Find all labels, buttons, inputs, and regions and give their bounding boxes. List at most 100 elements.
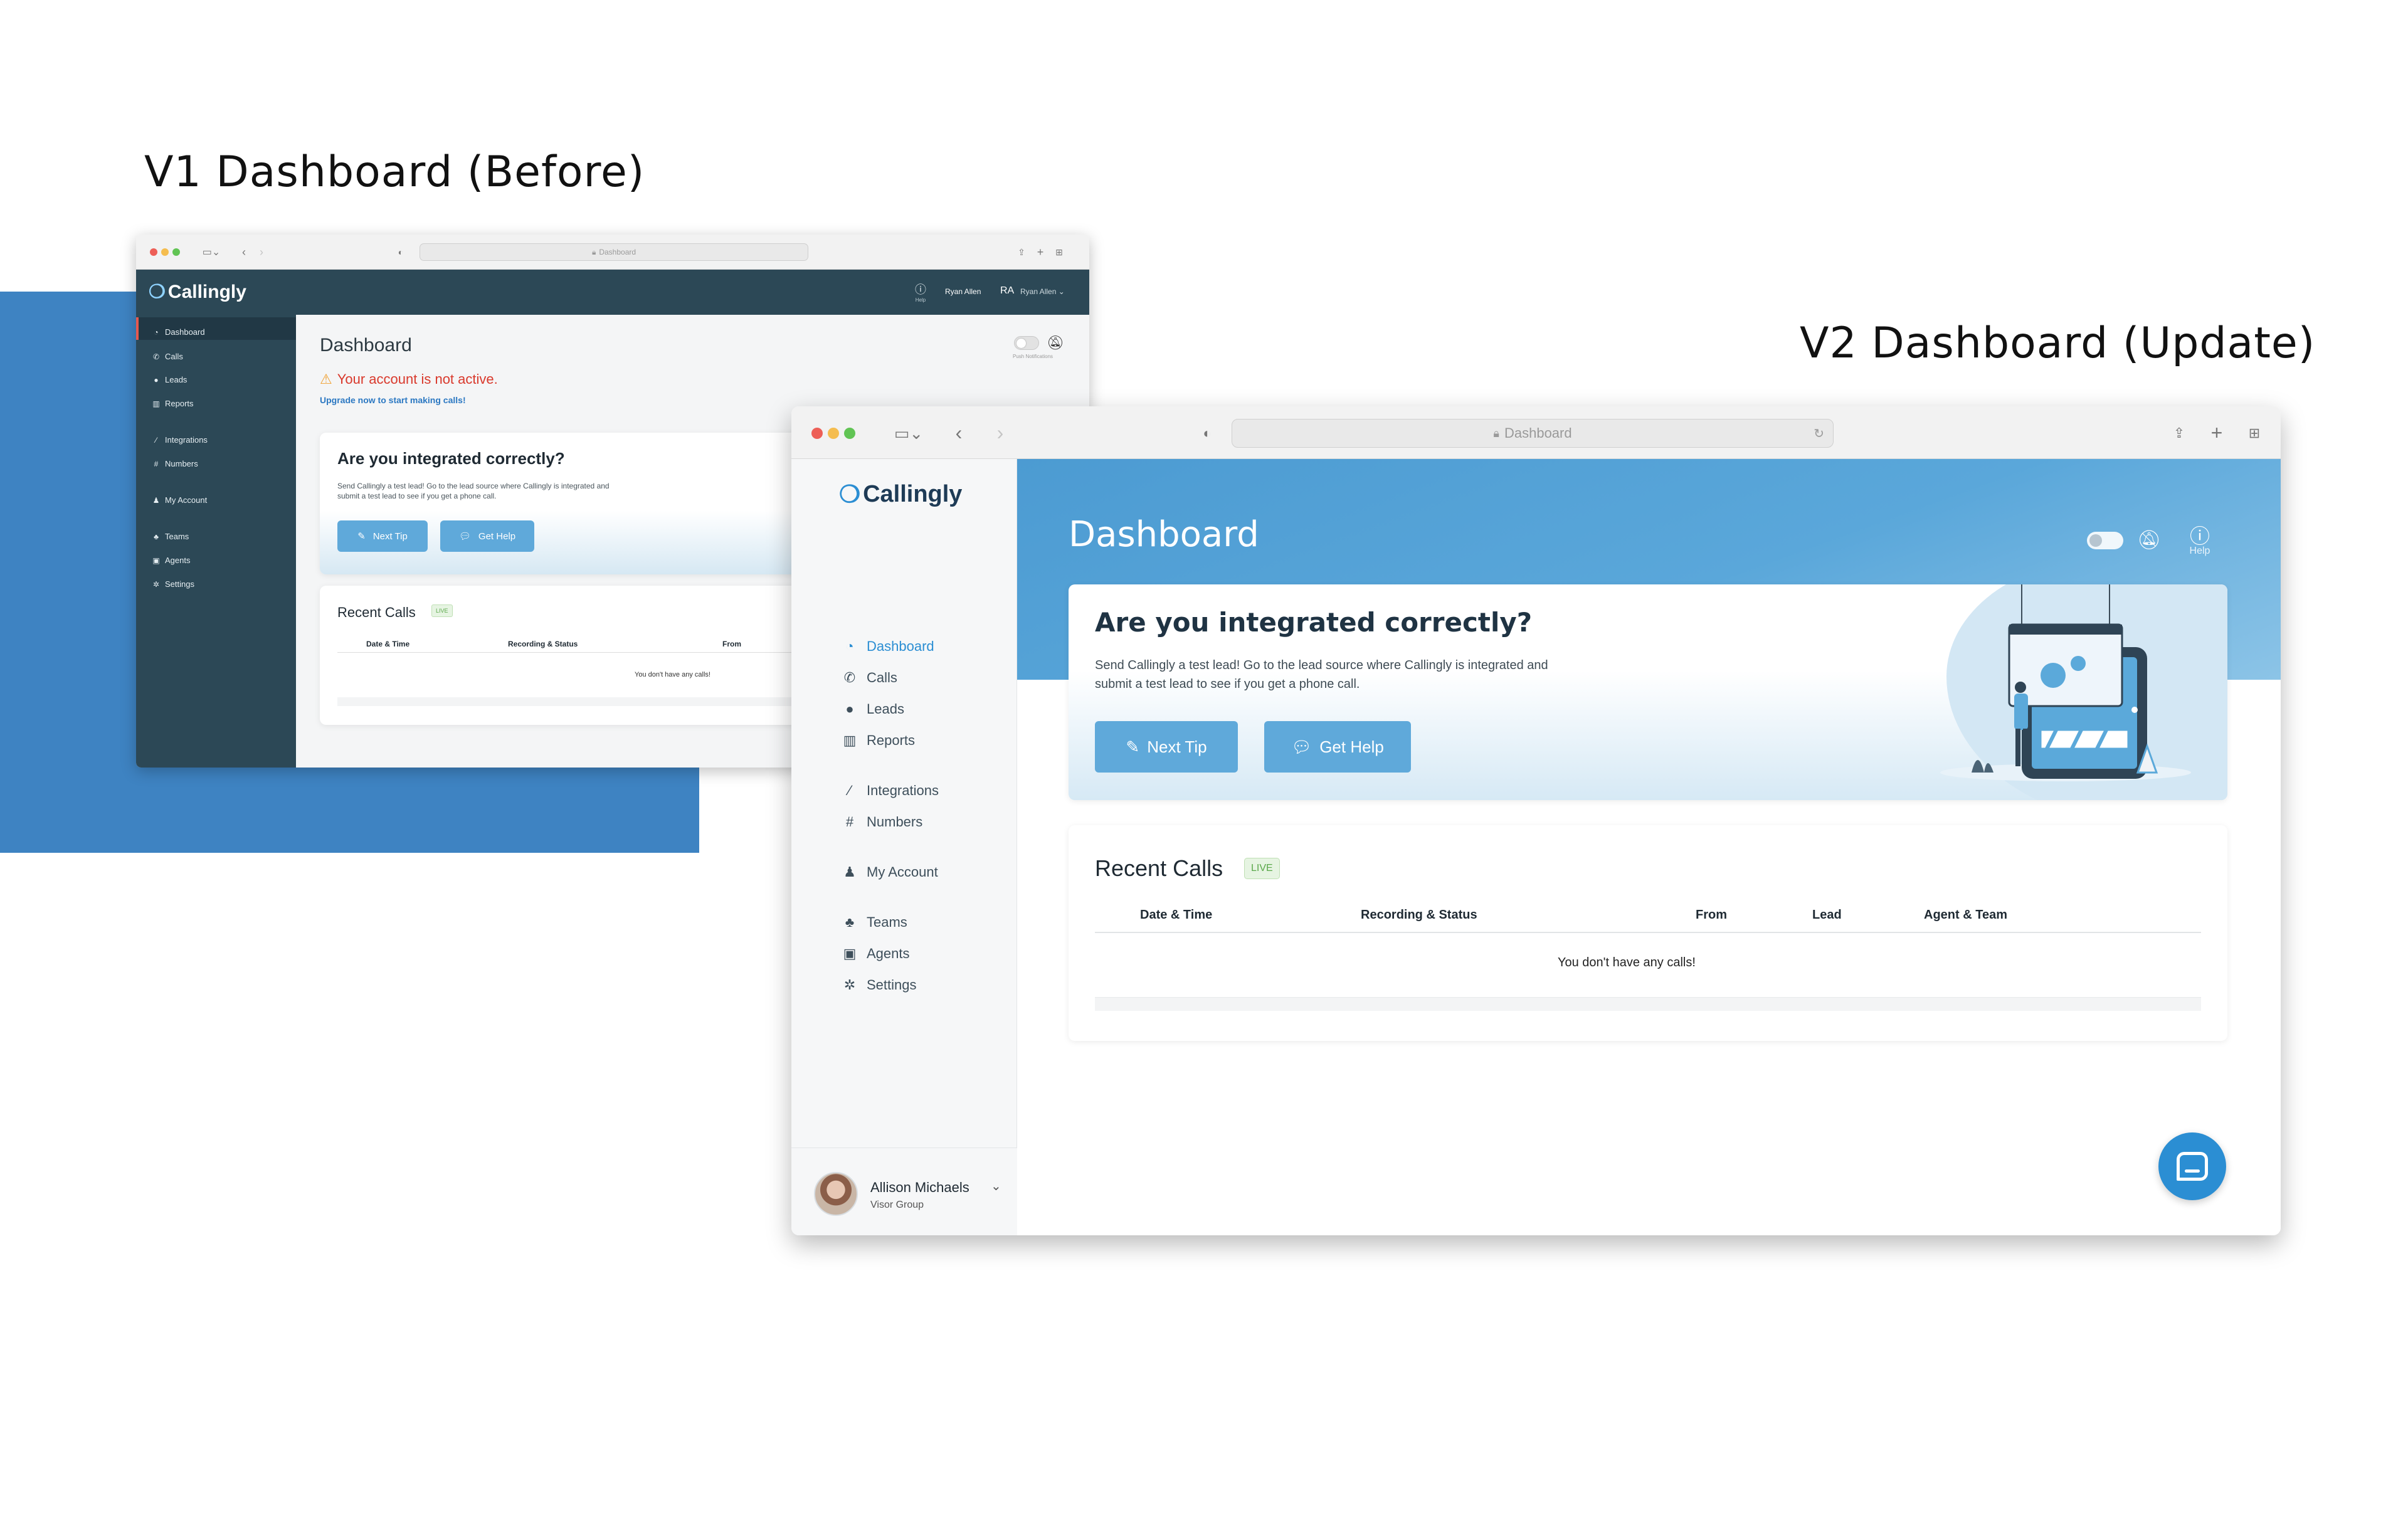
v2-sidebar-item-label: Calls bbox=[867, 670, 897, 685]
v1-logo[interactable]: ❍ Callingly bbox=[149, 281, 246, 303]
users-icon: ♣ bbox=[154, 532, 159, 541]
v1-sidebar-item-label: Numbers bbox=[165, 459, 198, 468]
close-dot[interactable] bbox=[150, 248, 157, 256]
v1-sidebar-item-settings[interactable]: ✲ Settings bbox=[152, 579, 194, 589]
v1-sidebar-item-calls[interactable]: ✆ Calls bbox=[152, 352, 183, 361]
v1-user-initials[interactable]: RA bbox=[1000, 285, 1014, 297]
v1-sidebar-item-label: Leads bbox=[165, 375, 187, 384]
v2-sidebar-item-calls[interactable]: ✆ Calls bbox=[842, 670, 897, 686]
v2-next-tip-button[interactable]: ✎ Next Tip bbox=[1095, 721, 1238, 773]
v2-empty-text: You don't have any calls! bbox=[1558, 956, 1696, 969]
v2-sidebar-item-leads[interactable]: ● Leads bbox=[842, 701, 904, 717]
v1-col-date: Date & Time bbox=[366, 640, 410, 648]
minimize-dot[interactable] bbox=[161, 248, 169, 256]
maximize-dot[interactable] bbox=[844, 428, 855, 439]
v1-sidebar-item-integrations[interactable]: ⁄ Integrations bbox=[152, 435, 208, 445]
v2-page-title: Dashboard bbox=[1069, 514, 1259, 555]
v2-push-toggle[interactable] bbox=[2087, 532, 2123, 549]
v2-sidebar-item-integrations[interactable]: ⁄ Integrations bbox=[842, 783, 939, 799]
minimize-dot[interactable] bbox=[828, 428, 839, 439]
wand-icon: ⁄ bbox=[155, 435, 157, 445]
phone-icon: ✆ bbox=[152, 352, 160, 361]
v2-user-company: Visor Group bbox=[870, 1200, 924, 1210]
v2-col-date: Date & Time bbox=[1140, 908, 1213, 922]
dashboard-icon: ◔ bbox=[845, 638, 854, 654]
v2-table-footer bbox=[1095, 997, 2201, 1011]
v1-upgrade-link[interactable]: Upgrade now to start making calls! bbox=[320, 395, 466, 405]
v1-sidebar-item-teams[interactable]: ♣ Teams bbox=[152, 532, 189, 541]
hash-icon: # bbox=[154, 459, 159, 468]
lock-icon: 🔒︎ bbox=[591, 247, 596, 256]
v1-get-help-button[interactable]: 💬︎ Get Help bbox=[440, 520, 534, 552]
new-tab-icon[interactable]: + bbox=[1034, 245, 1047, 260]
wand-icon: ⁄ bbox=[848, 783, 851, 798]
chat-icon bbox=[2177, 1152, 2208, 1181]
back-icon[interactable]: ‹ bbox=[949, 421, 968, 444]
v2-sidebar-item-reports[interactable]: ▥ Reports bbox=[842, 732, 915, 749]
v1-heading: V1 Dashboard (Before) bbox=[144, 147, 645, 197]
forward-icon[interactable]: › bbox=[255, 245, 268, 260]
share-icon[interactable]: ⇪ bbox=[2170, 423, 2189, 444]
shield-icon: ◐ bbox=[1203, 425, 1212, 441]
v2-heading: V2 Dashboard (Update) bbox=[1800, 319, 2316, 368]
v1-url-bar[interactable]: 🔒︎ Dashboard bbox=[420, 243, 808, 261]
v1-top-bar: ❍ Callingly ⓘ Help Ryan Allen RA Ryan All… bbox=[136, 270, 1089, 315]
v2-url-bar[interactable]: 🔒︎ Dashboard ↻ bbox=[1232, 419, 1834, 448]
v1-integrated-title: Are you integrated correctly? bbox=[337, 449, 565, 468]
back-icon[interactable]: ‹ bbox=[238, 245, 250, 260]
v1-url-text: Dashboard bbox=[599, 248, 636, 256]
v1-next-tip-button[interactable]: ✎ Next Tip bbox=[337, 520, 428, 552]
v2-sidebar-item-numbers[interactable]: # Numbers bbox=[842, 814, 922, 830]
v2-recent-calls-card: Recent Calls LIVE Date & Time Recording … bbox=[1069, 825, 2227, 1041]
users-icon: ♣ bbox=[845, 914, 855, 930]
v1-bell-off-icon[interactable]: 🔕︎ bbox=[1047, 335, 1064, 351]
chat-bubble-icon: 💬︎ bbox=[458, 531, 471, 542]
v1-sidebar-item-leads[interactable]: ● Leads bbox=[152, 375, 187, 384]
id-badge-icon: ▣ bbox=[152, 556, 160, 565]
chat-widget-button[interactable] bbox=[2158, 1132, 2226, 1200]
v2-bell-off-icon[interactable]: 🔕︎ bbox=[2137, 529, 2161, 551]
v1-page-title: Dashboard bbox=[320, 335, 412, 356]
maximize-dot[interactable] bbox=[172, 248, 180, 256]
v2-sidebar-item-dashboard[interactable]: ◔ Dashboard bbox=[842, 638, 934, 655]
v1-sidebar-item-agents[interactable]: ▣ Agents bbox=[152, 556, 190, 565]
tabs-overview-icon[interactable]: ⊞ bbox=[1053, 245, 1065, 260]
v1-user-name[interactable]: Ryan Allen bbox=[945, 287, 981, 296]
sidebar-toggle-icon[interactable]: ▭⌄ bbox=[887, 423, 931, 444]
chevron-down-icon[interactable]: ⌄ bbox=[991, 1178, 1001, 1194]
v2-get-help-button[interactable]: 💬︎ Get Help bbox=[1264, 721, 1411, 773]
v2-col-recording: Recording & Status bbox=[1361, 908, 1477, 922]
v2-col-agent-team: Agent & Team bbox=[1924, 908, 2007, 922]
v2-sidebar-item-my-account[interactable]: ♟ My Account bbox=[842, 864, 938, 880]
v2-sidebar-item-teams[interactable]: ♣ Teams bbox=[842, 914, 907, 931]
v2-sidebar-item-label: Numbers bbox=[867, 814, 923, 830]
v2-sidebar-item-settings[interactable]: ✲ Settings bbox=[842, 977, 917, 993]
v1-sidebar-item-label: Integrations bbox=[165, 435, 208, 445]
v1-sidebar-item-reports[interactable]: ▥ Reports bbox=[152, 399, 193, 408]
v2-sidebar-item-label: Dashboard bbox=[867, 638, 934, 654]
v1-help-icon[interactable]: ⓘ bbox=[911, 281, 930, 297]
v1-sidebar-item-my-account[interactable]: ♟ My Account bbox=[152, 495, 208, 505]
v2-sidebar-item-label: Settings bbox=[867, 977, 917, 993]
construction-illustration bbox=[1940, 584, 2191, 781]
forward-icon[interactable]: › bbox=[991, 421, 1010, 444]
close-dot[interactable] bbox=[811, 428, 823, 439]
tabs-overview-icon[interactable]: ⊞ bbox=[2245, 423, 2264, 444]
v1-help-label: Help bbox=[915, 297, 926, 303]
share-icon[interactable]: ⇪ bbox=[1015, 245, 1028, 260]
v1-push-toggle[interactable] bbox=[1014, 336, 1039, 350]
v2-recent-title: Recent Calls bbox=[1095, 855, 1223, 881]
v1-sidebar-item-label: Calls bbox=[165, 352, 183, 361]
v2-logo[interactable]: ❍ Callingly bbox=[839, 480, 962, 509]
v1-sidebar-item-numbers[interactable]: # Numbers bbox=[152, 459, 198, 468]
v1-live-badge: LIVE bbox=[431, 604, 453, 617]
chevron-down-icon: ⌄ bbox=[1058, 287, 1065, 296]
v1-sidebar-item-dashboard[interactable]: ◔ Dashboard bbox=[152, 327, 204, 337]
sidebar-toggle-icon[interactable]: ▭⌄ bbox=[199, 245, 224, 260]
v1-user-menu[interactable]: Ryan Allen ⌄ bbox=[1020, 287, 1065, 296]
gear-icon: ✲ bbox=[152, 579, 160, 589]
new-tab-icon[interactable]: + bbox=[2207, 421, 2226, 444]
v2-user-footer[interactable]: Allison Michaels ⌄ Visor Group bbox=[791, 1148, 1017, 1235]
v2-sidebar-item-agents[interactable]: ▣ Agents bbox=[842, 946, 910, 962]
reload-icon[interactable]: ↻ bbox=[1814, 426, 1824, 441]
